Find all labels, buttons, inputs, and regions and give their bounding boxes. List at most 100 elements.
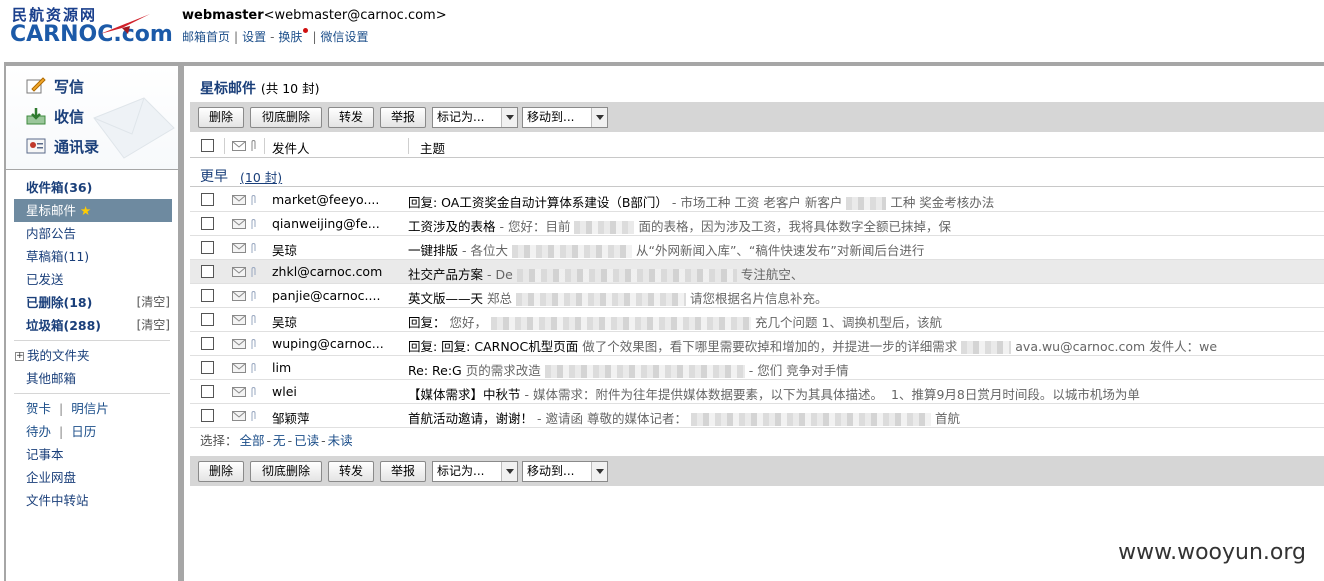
select-none-link[interactable]: 无 xyxy=(273,433,286,448)
folder-announcements[interactable]: 内部公告 xyxy=(6,222,178,245)
redacted-block xyxy=(516,293,687,306)
link-calendar[interactable]: 日历 xyxy=(71,424,96,439)
expand-plus-icon[interactable]: + xyxy=(15,352,24,361)
move-to-select[interactable]: 移动到... xyxy=(522,107,608,128)
select-all-link[interactable]: 全部 xyxy=(240,433,265,448)
row-checkbox[interactable] xyxy=(201,313,214,326)
forward-button[interactable]: 转发 xyxy=(328,461,374,482)
row-checkbox[interactable] xyxy=(201,217,214,230)
column-from[interactable]: 发件人 xyxy=(272,138,310,157)
receive-button[interactable]: 收信 xyxy=(26,104,84,128)
mail-row[interactable]: wlei 【媒体需求】中秋节 - 媒体需求：附件为往年提供媒体数据要素，以下为其具… xyxy=(190,380,1324,404)
row-checkbox[interactable] xyxy=(201,385,214,398)
mark-as-select[interactable]: 标记为... xyxy=(432,461,518,482)
mail-row[interactable]: 邹颖萍 首航活动邀请，谢谢！ - 邀请函 尊敬的媒体记者： 首航 xyxy=(190,404,1324,428)
link-wechat-settings[interactable]: 微信设置 xyxy=(320,30,368,44)
folder-inbox[interactable]: 收件箱(36) xyxy=(6,176,178,199)
toolbar-top: 删除 彻底删除 转发 举报 标记为... 移动到... xyxy=(190,102,1324,132)
empty-spam-button[interactable]: [清空] xyxy=(137,314,170,337)
link-todo[interactable]: 待办 xyxy=(26,424,51,439)
mail-row[interactable]: market@feeyo.... 回复: OA工资奖金自动计算体系建设（B部门） … xyxy=(190,188,1324,212)
mail-row[interactable]: 吴琼 一键排版 - 各位大 从“外网新闻入库”、“稿件快速发布”对新闻后台进行 xyxy=(190,236,1324,260)
row-checkbox[interactable] xyxy=(201,289,214,302)
contacts-button[interactable]: 通讯录 xyxy=(26,134,99,158)
group-header: 更早 (10 封) xyxy=(190,161,1324,187)
link-notepad[interactable]: 记事本 xyxy=(6,443,178,466)
mail-row[interactable]: lim Re: Re:G 页的需求改造 - 您们 竞争对手情 xyxy=(190,356,1324,380)
column-subject[interactable]: 主题 xyxy=(420,138,445,157)
link-mail-home[interactable]: 邮箱首页 xyxy=(182,30,230,44)
row-preview-tail: 请您根据名片信息补充。 xyxy=(690,291,828,306)
folder-spam[interactable]: 垃圾箱(288) [清空] xyxy=(6,314,178,337)
mail-row[interactable]: qianweijing@fe... 工资涉及的表格 - 您好：目前 面的表格，因为涉… xyxy=(190,212,1324,236)
new-dot-icon xyxy=(303,28,309,33)
row-preview: 您好， xyxy=(449,315,488,330)
title-text: 星标邮件 xyxy=(200,81,256,97)
select-read-link[interactable]: 已读 xyxy=(294,433,319,448)
top-links: 邮箱首页 | 设置 - 换肤 | 微信设置 xyxy=(182,28,369,45)
row-checkbox[interactable] xyxy=(201,337,214,350)
compose-button[interactable]: 写信 xyxy=(26,74,84,98)
link-greeting-card[interactable]: 贺卡 xyxy=(26,401,51,416)
forward-button[interactable]: 转发 xyxy=(328,107,374,128)
link-postcard[interactable]: 明信片 xyxy=(71,401,109,416)
other-mailbox[interactable]: 其他邮箱 xyxy=(6,367,178,390)
mark-as-select[interactable]: 标记为... xyxy=(432,107,518,128)
row-subject-text: Re: Re:G xyxy=(408,363,462,378)
row-from: qianweijing@fe... xyxy=(272,216,380,231)
group-count-link[interactable]: (10 封) xyxy=(240,167,282,186)
link-netdisk[interactable]: 企业网盘 xyxy=(6,466,178,489)
purge-button[interactable]: 彻底删除 xyxy=(250,107,322,128)
folder-drafts[interactable]: 草稿箱(11) xyxy=(6,245,178,268)
select-bar: 选择： 全部 - 无 - 已读 - 未读 xyxy=(190,428,1324,454)
row-checkbox[interactable] xyxy=(201,241,214,254)
link-settings[interactable]: 设置 xyxy=(242,30,266,44)
mail-row[interactable]: wuping@carnoc... 回复: 回复: CARNOC机型页面 做了个效果… xyxy=(190,332,1324,356)
folder-label: 已发送 xyxy=(26,272,64,287)
chevron-down-icon xyxy=(501,462,517,481)
row-from: wlei xyxy=(272,384,297,399)
row-from: 吴琼 xyxy=(272,243,298,258)
list-header: 发件人 主题 xyxy=(190,134,1324,158)
purge-button[interactable]: 彻底删除 xyxy=(250,461,322,482)
row-checkbox[interactable] xyxy=(201,193,214,206)
delete-button[interactable]: 删除 xyxy=(198,461,244,482)
empty-deleted-button[interactable]: [清空] xyxy=(137,291,170,314)
row-checkbox[interactable] xyxy=(201,409,214,422)
row-subject: 回复: 回复: CARNOC机型页面 做了个效果图，看下哪里需要砍掉和增加的，并… xyxy=(408,336,1324,355)
my-folders[interactable]: + 我的文件夹 xyxy=(6,344,178,367)
report-button[interactable]: 举报 xyxy=(380,107,426,128)
row-subject: 社交产品方案 - De 专注航空、 xyxy=(408,264,1324,283)
mail-row[interactable]: zhkl@carnoc.com 社交产品方案 - De 专注航空、 xyxy=(190,260,1324,284)
envelope-icon xyxy=(232,195,246,205)
row-preview: 做了个效果图，看下哪里需要砍掉和增加的，并提进一步的详细需求 xyxy=(582,339,958,354)
folder-label: 内部公告 xyxy=(26,226,77,241)
move-to-select[interactable]: 移动到... xyxy=(522,461,608,482)
plane-icon xyxy=(100,14,150,34)
delete-button[interactable]: 删除 xyxy=(198,107,244,128)
row-subject: 【媒体需求】中秋节 - 媒体需求：附件为往年提供媒体数据要素，以下为其具体描述。… xyxy=(408,384,1324,403)
folder-deleted[interactable]: 已删除(18) [清空] xyxy=(6,291,178,314)
link-skin[interactable]: 换肤 xyxy=(278,30,302,44)
mail-row[interactable]: panjie@carnoc.... 英文版——天 郑总 请您根据名片信息补充。 xyxy=(190,284,1324,308)
page-title: 星标邮件 (共 10 封) xyxy=(200,78,319,98)
row-checkbox[interactable] xyxy=(201,265,214,278)
select-all-checkbox[interactable] xyxy=(201,139,214,152)
chevron-down-icon xyxy=(591,108,607,127)
attachment-icon xyxy=(251,315,256,325)
carnoc-logo[interactable]: 民航资源网 CARNOC.com xyxy=(10,4,173,52)
link-file-transfer[interactable]: 文件中转站 xyxy=(6,489,178,512)
mail-row[interactable]: 吴琼 回复： 您好， 充几个问题 1、调换机型后，该航 xyxy=(190,308,1324,332)
envelope-icon xyxy=(232,267,246,277)
move-to-value: 移动到... xyxy=(527,110,575,124)
attachment-icon xyxy=(251,140,256,151)
folder-label: 收件箱(36) xyxy=(26,180,93,195)
row-from: zhkl@carnoc.com xyxy=(272,264,383,279)
folder-sent[interactable]: 已发送 xyxy=(6,268,178,291)
folder-starred[interactable]: 星标邮件 ★ xyxy=(14,199,172,222)
redacted-block xyxy=(516,269,737,282)
watermark: www.wooyun.org xyxy=(1118,540,1306,565)
row-checkbox[interactable] xyxy=(201,361,214,374)
select-unread-link[interactable]: 未读 xyxy=(328,433,353,448)
report-button[interactable]: 举报 xyxy=(380,461,426,482)
